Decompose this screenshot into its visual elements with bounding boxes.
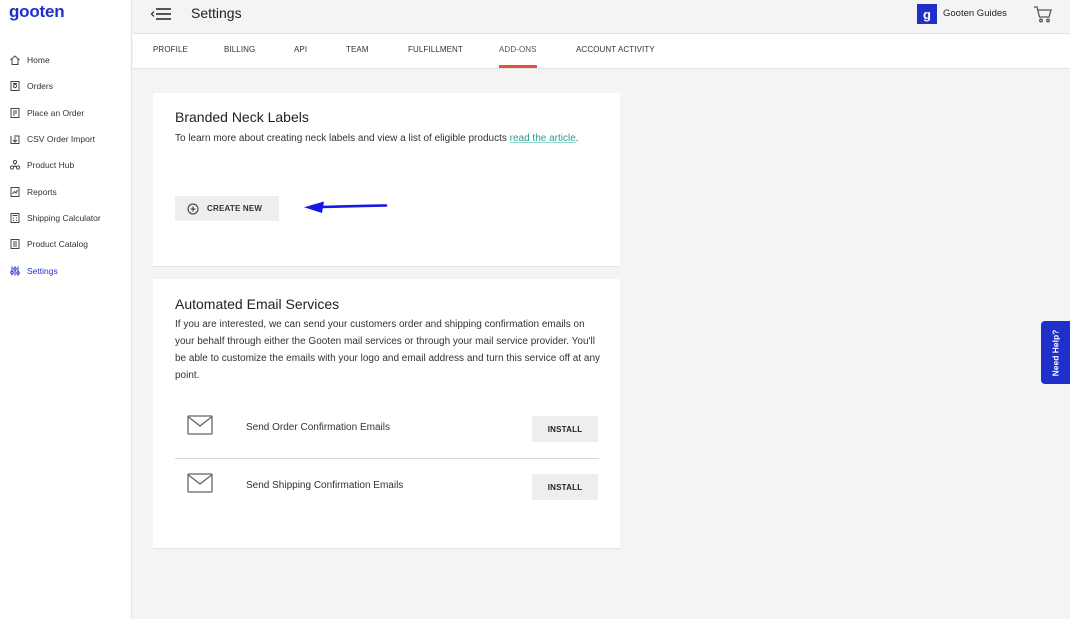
sidebar-item-reports[interactable]: Reports (0, 178, 132, 204)
email-services-description: If you are interested, we can send your … (175, 319, 601, 381)
plus-circle-icon (187, 203, 199, 214)
tab-profile[interactable]: PROFILE (153, 45, 188, 54)
need-help-button[interactable]: Need Help? (1041, 321, 1070, 384)
neck-labels-title: Branded Neck Labels (175, 109, 309, 125)
catalog-icon (9, 238, 21, 250)
product-hub-icon (9, 159, 21, 171)
list-item: Send Order Confirmation Emails INSTALL (175, 401, 599, 459)
sidebar-item-csv-order-import[interactable]: CSV Order Import (0, 126, 132, 152)
gooten-logo[interactable]: gooten (9, 2, 65, 22)
csv-import-icon (9, 133, 21, 145)
install-order-confirmation-button[interactable]: INSTALL (532, 416, 598, 442)
shipping-confirmation-label: Send Shipping Confirmation Emails (246, 480, 404, 491)
install-shipping-confirmation-button[interactable]: INSTALL (532, 474, 598, 500)
email-services-title: Automated Email Services (175, 296, 340, 312)
annotation-arrow-icon (304, 201, 388, 213)
read-article-link[interactable]: read the article (510, 133, 576, 144)
gooten-guides-link[interactable]: Gooten Guides (943, 8, 1007, 19)
sidebar-item-settings[interactable]: Settings (0, 257, 132, 283)
mail-icon (187, 473, 213, 493)
sidebar-item-label: Product Catalog (27, 239, 88, 250)
neck-labels-desc-text: To learn more about creating neck labels… (175, 133, 510, 144)
home-icon (9, 54, 21, 66)
calculator-icon (9, 212, 21, 224)
sidebar-item-shipping-calculator[interactable]: Shipping Calculator (0, 205, 132, 231)
sidebar-item-home[interactable]: Home (0, 47, 132, 73)
collapse-menu-icon[interactable] (150, 7, 172, 21)
sidebar-item-product-catalog[interactable]: Product Catalog (0, 231, 132, 257)
need-help-label: Need Help? (1050, 329, 1061, 376)
page-title: Settings (191, 5, 242, 21)
sidebar: gooten Home Orders Place an Order CSV Or… (0, 0, 132, 619)
create-new-label: CREATE NEW (207, 204, 263, 213)
email-services-card: Automated Email Services If you are inte… (153, 279, 620, 549)
tab-add-ons[interactable]: ADD-ONS (499, 45, 537, 54)
sidebar-item-label: Reports (27, 186, 57, 197)
tab-fulfillment[interactable]: FULFILLMENT (408, 45, 463, 54)
sidebar-item-label: Home (27, 55, 50, 66)
tab-team[interactable]: TEAM (346, 45, 369, 54)
gooten-guides-badge[interactable]: g (917, 4, 937, 24)
mail-icon (187, 415, 213, 435)
neck-labels-description: To learn more about creating neck labels… (175, 130, 603, 147)
place-order-icon (9, 107, 21, 119)
sidebar-nav: Home Orders Place an Order CSV Order Imp… (0, 47, 132, 284)
neck-labels-desc-end: . (575, 133, 579, 144)
tab-account-activity[interactable]: ACCOUNT ACTIVITY (576, 45, 655, 54)
active-tab-indicator (499, 65, 537, 68)
sidebar-item-place-order[interactable]: Place an Order (0, 100, 132, 126)
sidebar-item-label: Place an Order (27, 107, 85, 118)
top-header: Settings g Gooten Guides (133, 0, 1070, 34)
sidebar-item-label: Product Hub (27, 160, 75, 171)
settings-tabs: PROFILE BILLING API TEAM FULFILLMENT ADD… (133, 34, 1070, 69)
list-item: Send Shipping Confirmation Emails INSTAL… (175, 459, 599, 517)
create-new-button[interactable]: CREATE NEW (175, 196, 279, 221)
sidebar-item-label: Settings (27, 265, 58, 276)
tab-billing[interactable]: BILLING (224, 45, 255, 54)
reports-icon (9, 186, 21, 198)
neck-labels-card: Branded Neck Labels To learn more about … (153, 93, 620, 267)
orders-icon (9, 80, 21, 92)
sidebar-item-orders[interactable]: Orders (0, 73, 132, 99)
sidebar-item-label: Shipping Calculator (27, 212, 101, 223)
sidebar-item-label: CSV Order Import (27, 134, 96, 145)
order-confirmation-label: Send Order Confirmation Emails (246, 422, 390, 433)
cart-icon[interactable] (1033, 5, 1053, 23)
settings-icon (9, 265, 21, 277)
tab-api[interactable]: API (294, 45, 307, 54)
sidebar-item-label: Orders (27, 81, 53, 92)
sidebar-item-product-hub[interactable]: Product Hub (0, 152, 132, 178)
